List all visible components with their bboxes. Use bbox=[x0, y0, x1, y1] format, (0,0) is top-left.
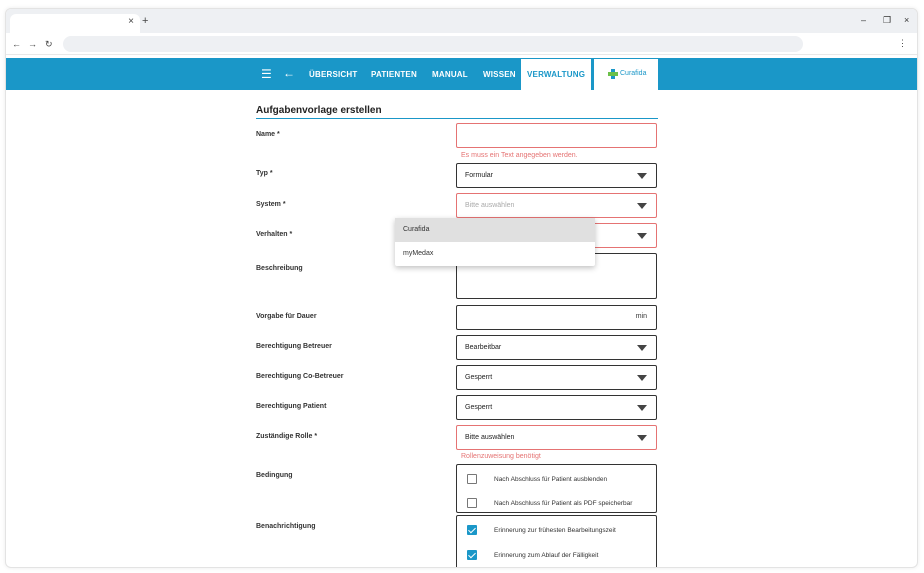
dropdown-option-curafida[interactable]: Curafida bbox=[395, 218, 595, 242]
name-input[interactable] bbox=[456, 123, 657, 148]
browser-tab[interactable]: × bbox=[10, 14, 140, 33]
benachrichtigung-group: Erinnerung zur frühesten Bearbeitungszei… bbox=[456, 515, 657, 567]
nav-manual[interactable]: MANUAL bbox=[432, 70, 468, 79]
name-label: Name * bbox=[256, 131, 280, 138]
nav-verwaltung[interactable]: VERWALTUNG bbox=[521, 59, 592, 90]
back-arrow-icon[interactable]: ← bbox=[283, 66, 295, 80]
system-dropdown-menu: Curafida myMedax bbox=[395, 218, 595, 266]
system-label: System * bbox=[256, 201, 286, 208]
checkbox-label: Erinnerung zur frühesten Bearbeitungszei… bbox=[494, 527, 616, 534]
bedingung-label: Bedingung bbox=[256, 472, 293, 479]
dropdown-option-mymedax[interactable]: myMedax bbox=[395, 242, 595, 266]
reload-icon[interactable]: ↻ bbox=[45, 39, 53, 50]
nav-wissen[interactable]: WISSEN bbox=[483, 70, 516, 79]
name-error: Es muss ein Text angegeben werden. bbox=[461, 152, 578, 159]
dropdown-arrow-icon bbox=[637, 435, 647, 441]
rolle-error: Rollenzuweisung benötigt bbox=[461, 453, 541, 460]
minimize-icon[interactable]: – bbox=[861, 15, 866, 25]
browser-window: × + – ❐ × ← → ↻ ⋮ ☰ ← ÜBERSICHT PATIENTE… bbox=[5, 8, 918, 568]
checkbox-label: Nach Abschluss für Patient als PDF speic… bbox=[494, 500, 633, 507]
checkbox-label: Nach Abschluss für Patient ausblenden bbox=[494, 476, 608, 483]
patient-label: Berechtigung Patient bbox=[256, 403, 327, 410]
title-divider bbox=[256, 118, 658, 119]
typ-label: Typ * bbox=[256, 170, 273, 177]
logo-cross-icon bbox=[608, 69, 618, 79]
close-tab-icon[interactable]: × bbox=[128, 16, 134, 27]
tab-strip: × + – ❐ × bbox=[6, 9, 917, 33]
checkbox-icon[interactable] bbox=[467, 498, 477, 508]
dropdown-arrow-icon bbox=[637, 375, 647, 381]
checkbox-icon[interactable] bbox=[467, 550, 477, 560]
close-window-icon[interactable]: × bbox=[904, 15, 909, 25]
betreuer-select[interactable]: Bearbeitbar bbox=[456, 335, 657, 360]
system-placeholder: Bitte auswählen bbox=[465, 202, 515, 209]
betreuer-value: Bearbeitbar bbox=[465, 344, 502, 351]
patient-value: Gesperrt bbox=[465, 404, 493, 411]
dauer-input[interactable]: min bbox=[456, 305, 657, 330]
dauer-label: Vorgabe für Dauer bbox=[256, 313, 317, 320]
patient-select[interactable]: Gesperrt bbox=[456, 395, 657, 420]
co-betreuer-select[interactable]: Gesperrt bbox=[456, 365, 657, 390]
nav-patienten[interactable]: PATIENTEN bbox=[371, 70, 417, 79]
browser-forward-icon[interactable]: → bbox=[28, 39, 37, 49]
verhalten-label: Verhalten * bbox=[256, 231, 293, 238]
restore-icon[interactable]: ❐ bbox=[883, 15, 891, 26]
dauer-unit: min bbox=[635, 313, 647, 320]
typ-select[interactable]: Formular bbox=[456, 163, 657, 188]
betreuer-label: Berechtigung Betreuer bbox=[256, 343, 332, 350]
rolle-select[interactable]: Bitte auswählen bbox=[456, 425, 657, 450]
hamburger-menu-icon[interactable]: ☰ bbox=[261, 67, 272, 81]
nav-uebersicht[interactable]: ÜBERSICHT bbox=[309, 70, 357, 79]
co-betreuer-value: Gesperrt bbox=[465, 374, 493, 381]
address-bar-row: ← → ↻ ⋮ bbox=[6, 33, 917, 55]
dropdown-arrow-icon bbox=[637, 405, 647, 411]
checkbox-icon[interactable] bbox=[467, 474, 477, 484]
url-input[interactable] bbox=[63, 36, 803, 52]
dropdown-arrow-icon bbox=[637, 173, 647, 179]
app-header: ☰ ← ÜBERSICHT PATIENTEN MANUAL WISSEN VE… bbox=[6, 58, 917, 90]
co-betreuer-label: Berechtigung Co-Betreuer bbox=[256, 373, 344, 380]
system-select[interactable]: Bitte auswählen bbox=[456, 193, 657, 218]
page-title: Aufgabenvorlage erstellen bbox=[256, 105, 382, 116]
browser-back-icon[interactable]: ← bbox=[12, 39, 21, 49]
curafida-logo: Curafida bbox=[594, 59, 658, 90]
dropdown-arrow-icon bbox=[637, 345, 647, 351]
new-tab-icon[interactable]: + bbox=[142, 15, 148, 27]
rolle-label: Zuständige Rolle * bbox=[256, 433, 318, 440]
benachrichtigung-label: Benachrichtigung bbox=[256, 523, 316, 530]
logo-text: Curafida bbox=[620, 70, 647, 77]
beschreibung-label: Beschreibung bbox=[256, 265, 303, 272]
typ-value: Formular bbox=[465, 172, 494, 179]
browser-menu-icon[interactable]: ⋮ bbox=[898, 38, 907, 49]
rolle-value: Bitte auswählen bbox=[465, 434, 515, 441]
dropdown-arrow-icon bbox=[637, 203, 647, 209]
checkbox-icon[interactable] bbox=[467, 525, 477, 535]
dropdown-arrow-icon bbox=[637, 233, 647, 239]
checkbox-label: Erinnerung zum Ablauf der Fälligkeit bbox=[494, 552, 599, 559]
bedingung-group: Nach Abschluss für Patient ausblenden Na… bbox=[456, 464, 657, 513]
